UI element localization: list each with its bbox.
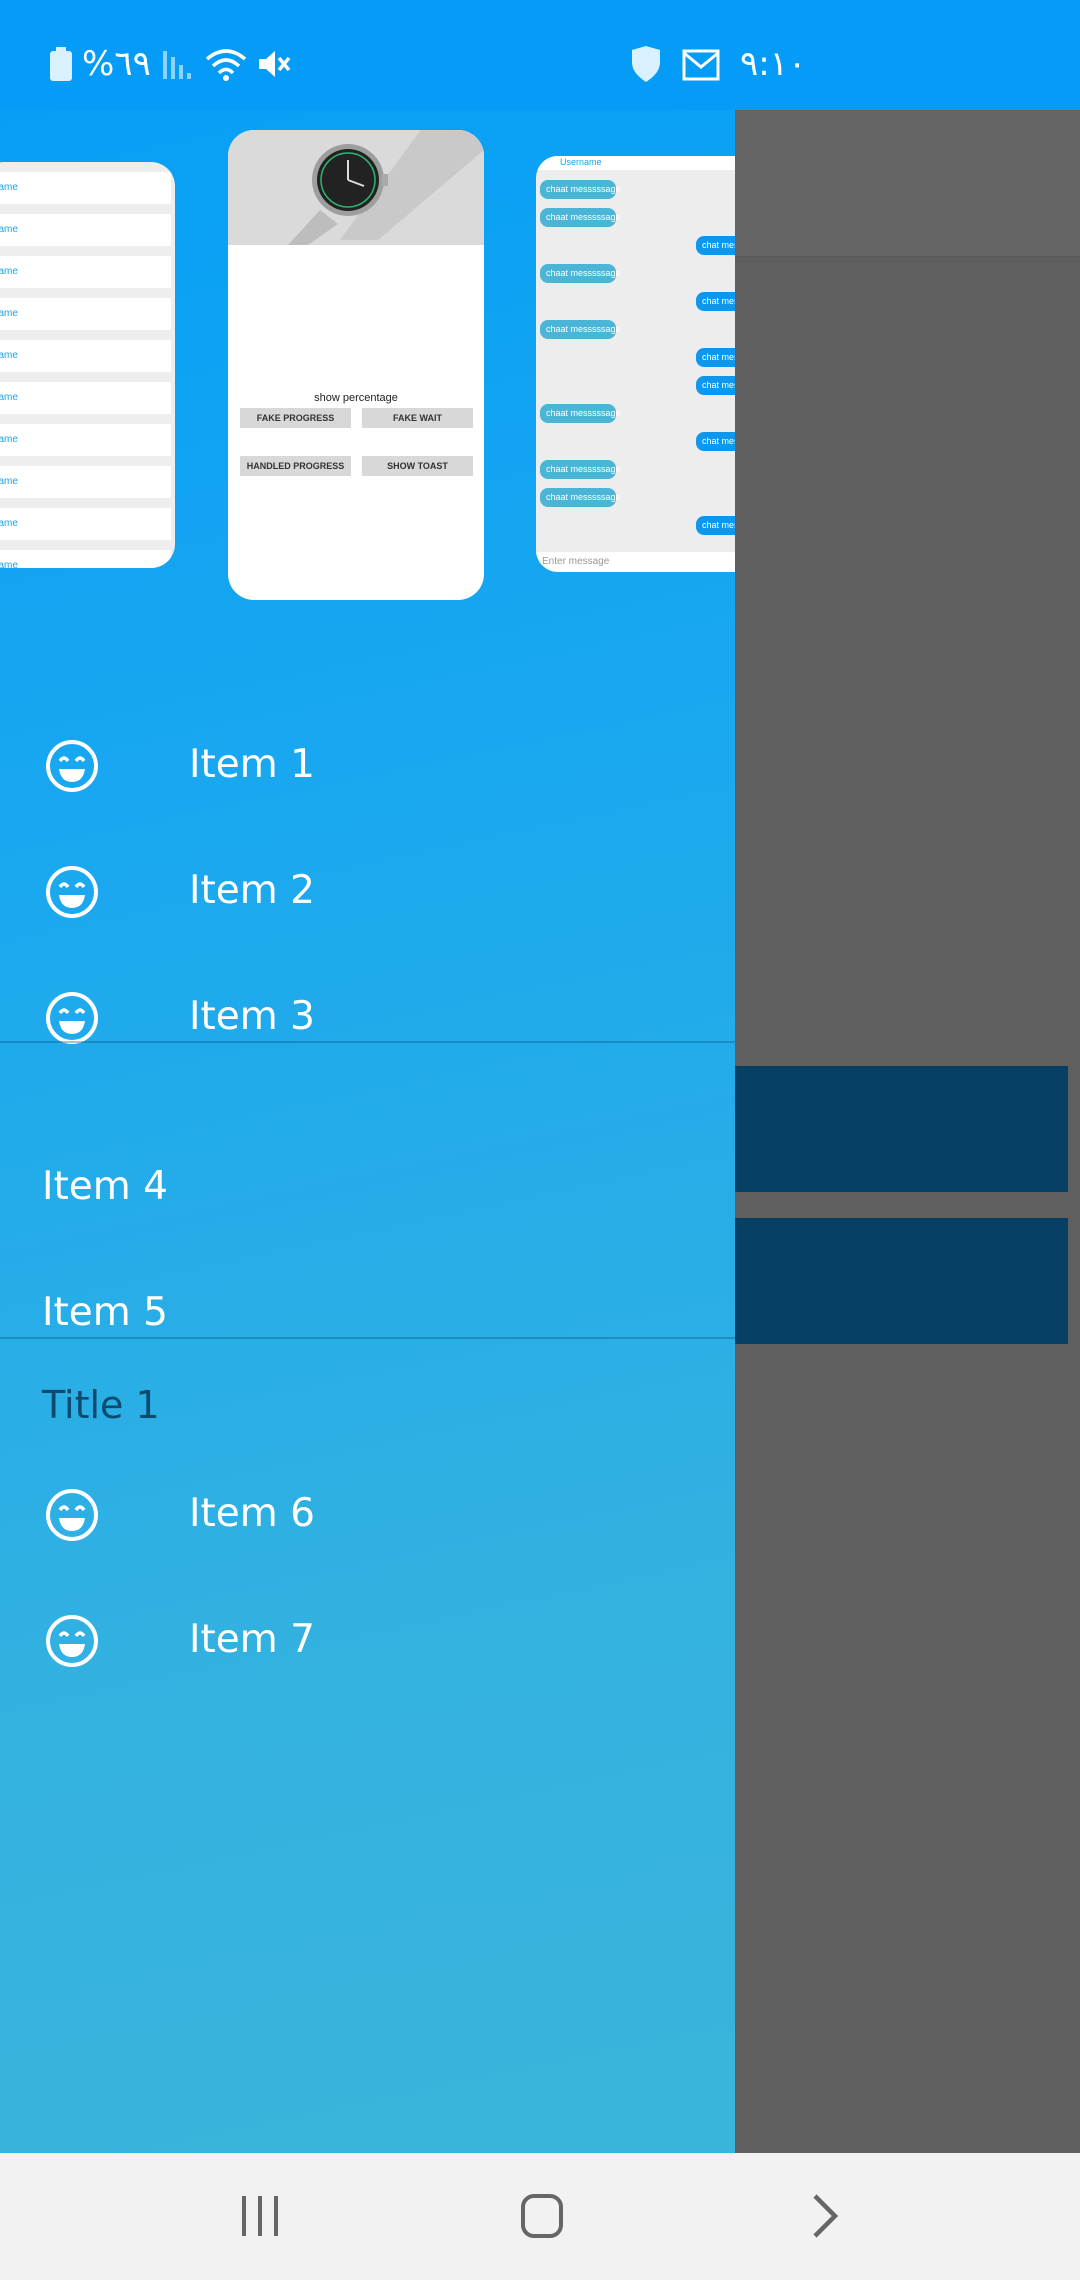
preview-list-screen[interactable]: ername ername ername ername ername ernam…	[0, 162, 175, 568]
list-preview-row: ername	[0, 466, 171, 498]
show-percentage-label: show percentage	[314, 392, 398, 404]
handled-progress-button: HANDLED PROGRESS	[240, 456, 351, 476]
list-preview-row: ername	[0, 550, 171, 568]
smile-icon	[46, 740, 98, 792]
list-preview-row: ername	[0, 256, 171, 288]
chat-username: Username	[536, 156, 735, 170]
smile-icon	[46, 1489, 98, 1541]
chat-bubble-incoming: chaat messsssage	[540, 488, 621, 507]
background-card	[735, 1218, 1068, 1344]
chat-bubble-incoming: chaat messsssage	[540, 320, 621, 339]
chat-bubble-outgoing: chat mes	[696, 376, 735, 395]
chat-bubble-outgoing: chat mes	[696, 348, 735, 367]
list-preview-row: ername	[0, 298, 171, 330]
wifi-icon	[205, 49, 246, 81]
drawer-item-4[interactable]: Item 4	[0, 1129, 735, 1239]
smile-icon	[46, 992, 98, 1044]
chat-bubble-outgoing: chat mes	[696, 292, 735, 311]
show-toast-button: SHOW TOAST	[362, 456, 473, 476]
chat-bubble-incoming: chaat messsssage	[540, 180, 621, 199]
list-preview-row: ername	[0, 424, 171, 456]
list-preview-row: ername	[0, 172, 171, 204]
back-icon[interactable]	[784, 2183, 864, 2249]
preview-chat-screen[interactable]: Username chaat messsssage chaat messsssa…	[536, 156, 735, 572]
drawer-item-label: Item 6	[189, 1491, 315, 1536]
system-nav-bar	[0, 2153, 1080, 2280]
list-preview-row: ername	[0, 382, 171, 414]
watch-icon	[228, 130, 484, 245]
smile-icon	[46, 1615, 98, 1667]
battery-percentage: %٦٩	[82, 44, 151, 84]
drawer-divider	[0, 1041, 735, 1043]
status-left: %٦٩	[50, 44, 293, 84]
drawer-item-label: Item 1	[189, 742, 315, 787]
list-preview-row: ername	[0, 508, 171, 540]
shield-icon	[632, 46, 660, 82]
drawer-item-1[interactable]: Item 1	[0, 707, 735, 817]
chat-bubble-incoming: chaat messsssage	[540, 208, 621, 227]
chat-message-input: Enter message	[536, 552, 735, 572]
drawer-item-7[interactable]: Item 7	[0, 1582, 735, 1692]
drawer-section-title: Title 1	[42, 1383, 160, 1427]
drawer-item-label: Item 3	[189, 994, 315, 1039]
drawer-item-3[interactable]: Item 3	[0, 959, 735, 1069]
fake-progress-button: FAKE PROGRESS	[240, 408, 351, 428]
mute-icon	[258, 51, 291, 77]
list-preview-row: ername	[0, 214, 171, 246]
drawer-divider	[0, 1337, 735, 1339]
battery-icon	[50, 47, 72, 81]
navigation-drawer: ername ername ername ername ername ernam…	[0, 110, 735, 2153]
drawer-item-2[interactable]: Item 2	[0, 833, 735, 943]
chat-bubble-incoming: chaat messsssage	[540, 404, 621, 423]
home-icon[interactable]	[502, 2183, 582, 2249]
status-right: ٩:١٠	[630, 44, 806, 84]
watch-image	[228, 130, 484, 245]
chat-bubble-outgoing: chat mes	[696, 432, 735, 451]
fake-wait-button: FAKE WAIT	[362, 408, 473, 428]
status-bar: %٦٩ ٩:١٠	[0, 0, 1080, 110]
chat-bubble-incoming: chaat messsssage	[540, 264, 621, 283]
preview-progress-screen[interactable]: show percentage FAKE PROGRESS FAKE WAIT …	[228, 130, 484, 600]
signal-icon	[162, 51, 191, 79]
drawer-item-6[interactable]: Item 6	[0, 1456, 735, 1566]
background-card	[735, 1066, 1068, 1192]
clock: ٩:١٠	[740, 44, 807, 84]
list-preview-row: ername	[0, 340, 171, 372]
email-icon	[682, 49, 720, 81]
drawer-item-5[interactable]: Item 5	[0, 1255, 735, 1365]
drawer-item-label: Item 2	[189, 868, 315, 913]
drawer-item-label: Item 5	[42, 1290, 168, 1335]
drawer-item-label: Item 4	[42, 1164, 168, 1209]
chat-bubble-outgoing: chat mes	[696, 236, 735, 255]
chat-bubble-outgoing: chat mes	[696, 516, 735, 535]
drawer-item-label: Item 7	[189, 1617, 315, 1662]
recents-icon[interactable]	[220, 2183, 300, 2249]
smile-icon	[46, 866, 98, 918]
chat-bubble-incoming: chaat messsssage	[540, 460, 621, 479]
